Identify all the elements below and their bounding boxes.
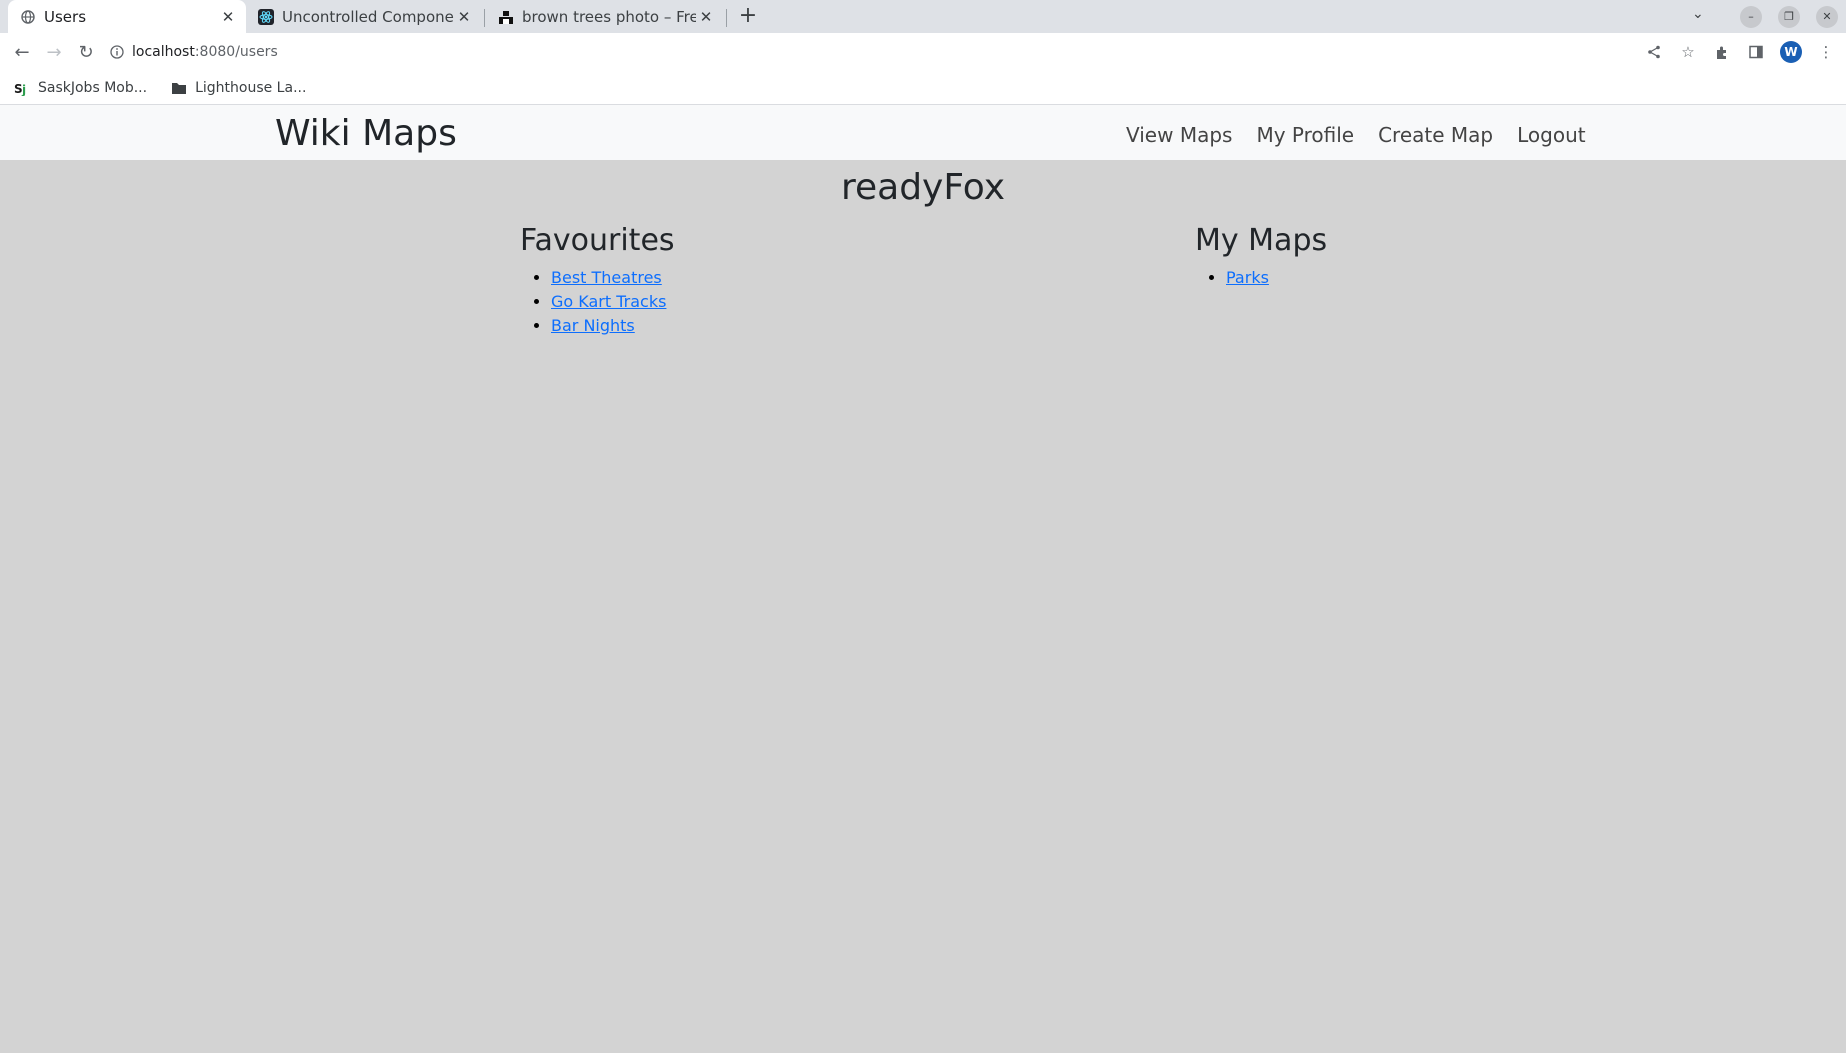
react-icon <box>258 8 274 25</box>
nav-links: View Maps My Profile Create Map Logout <box>1114 117 1598 153</box>
tab-strip: Users ✕ Uncontrolled Component ✕ brown t… <box>0 0 1846 33</box>
list-item: Bar Nights <box>551 314 675 338</box>
favourites-heading: Favourites <box>520 223 675 258</box>
tab-brown-trees[interactable]: brown trees photo – Free ✕ <box>486 0 724 33</box>
bookmark-label: SaskJobs Mob... <box>38 80 148 96</box>
globe-icon <box>20 9 36 25</box>
browser-toolbar: ← → ↻ localhost:8080/users ☆ W ⋮ <box>0 33 1846 72</box>
back-icon[interactable]: ← <box>6 37 38 69</box>
url-path: :8080/users <box>194 44 278 60</box>
tab-title: Users <box>44 7 87 26</box>
list-item: Parks <box>1226 266 1327 290</box>
my-maps-heading: My Maps <box>1195 223 1328 258</box>
bookmark-star-icon[interactable]: ☆ <box>1678 42 1698 62</box>
folder-icon <box>171 81 187 95</box>
menu-kebab-icon[interactable]: ⋮ <box>1816 42 1836 62</box>
saskjobs-icon: Sj <box>14 80 30 96</box>
site-navbar: Wiki Maps View Maps My Profile Create Ma… <box>0 105 1846 160</box>
nav-create-map[interactable]: Create Map <box>1366 117 1505 153</box>
restore-icon[interactable]: ❐ <box>1778 5 1800 28</box>
minimize-icon[interactable]: – <box>1740 5 1762 28</box>
new-tab-button[interactable]: + <box>736 4 760 28</box>
svg-text:j: j <box>21 83 26 96</box>
favourites-section: Favourites Best Theatres Go Kart Tracks … <box>520 223 675 338</box>
unsplash-icon <box>498 9 514 25</box>
brand-logo[interactable]: Wiki Maps <box>275 113 457 154</box>
url-host: localhost <box>132 44 195 60</box>
list-item: Go Kart Tracks <box>551 290 675 314</box>
tab-users[interactable]: Users ✕ <box>8 0 246 33</box>
tab-title: brown trees photo – Free <box>522 7 696 26</box>
reload-icon[interactable]: ↻ <box>70 37 102 69</box>
forward-icon[interactable]: → <box>38 37 70 69</box>
tab-search-icon[interactable]: ⌄ <box>1692 6 1704 22</box>
my-maps-section: My Maps Parks <box>1195 223 1327 290</box>
favourites-list: Best Theatres Go Kart Tracks Bar Nights <box>520 266 675 338</box>
extensions-icon[interactable] <box>1712 42 1732 62</box>
bookmark-saskjobs[interactable]: Sj SaskJobs Mob... <box>14 80 147 96</box>
site-info-icon[interactable] <box>110 45 124 59</box>
nav-view-maps[interactable]: View Maps <box>1114 117 1244 153</box>
close-window-icon[interactable]: ✕ <box>1816 5 1838 28</box>
tab-uncontrolled-component[interactable]: Uncontrolled Component ✕ <box>246 0 482 33</box>
favourite-link[interactable]: Bar Nights <box>551 316 635 335</box>
nav-my-profile[interactable]: My Profile <box>1244 117 1366 153</box>
window-controls: – ❐ ✕ <box>1732 0 1846 33</box>
favourite-link[interactable]: Best Theatres <box>551 268 662 287</box>
nav-logout[interactable]: Logout <box>1505 117 1597 153</box>
my-maps-list: Parks <box>1195 266 1327 290</box>
profile-username: readyFox <box>840 167 1006 208</box>
side-panel-icon[interactable] <box>1746 42 1766 62</box>
favourite-link[interactable]: Go Kart Tracks <box>551 292 666 311</box>
profile-avatar[interactable]: W <box>1780 41 1802 63</box>
close-icon[interactable]: ✕ <box>454 8 474 26</box>
share-icon[interactable] <box>1644 42 1664 62</box>
page-content: Wiki Maps View Maps My Profile Create Ma… <box>0 105 1846 1053</box>
close-icon[interactable]: ✕ <box>696 8 716 26</box>
close-icon[interactable]: ✕ <box>218 8 238 26</box>
bookmark-label: Lighthouse La... <box>195 80 307 96</box>
tab-title: Uncontrolled Component <box>282 7 454 26</box>
my-map-link[interactable]: Parks <box>1226 268 1269 287</box>
address-bar[interactable]: localhost:8080/users <box>110 37 1650 67</box>
bookmark-lighthouse[interactable]: Lighthouse La... <box>171 80 306 96</box>
list-item: Best Theatres <box>551 266 675 290</box>
bookmarks-bar: Sj SaskJobs Mob... Lighthouse La... <box>0 72 1846 105</box>
